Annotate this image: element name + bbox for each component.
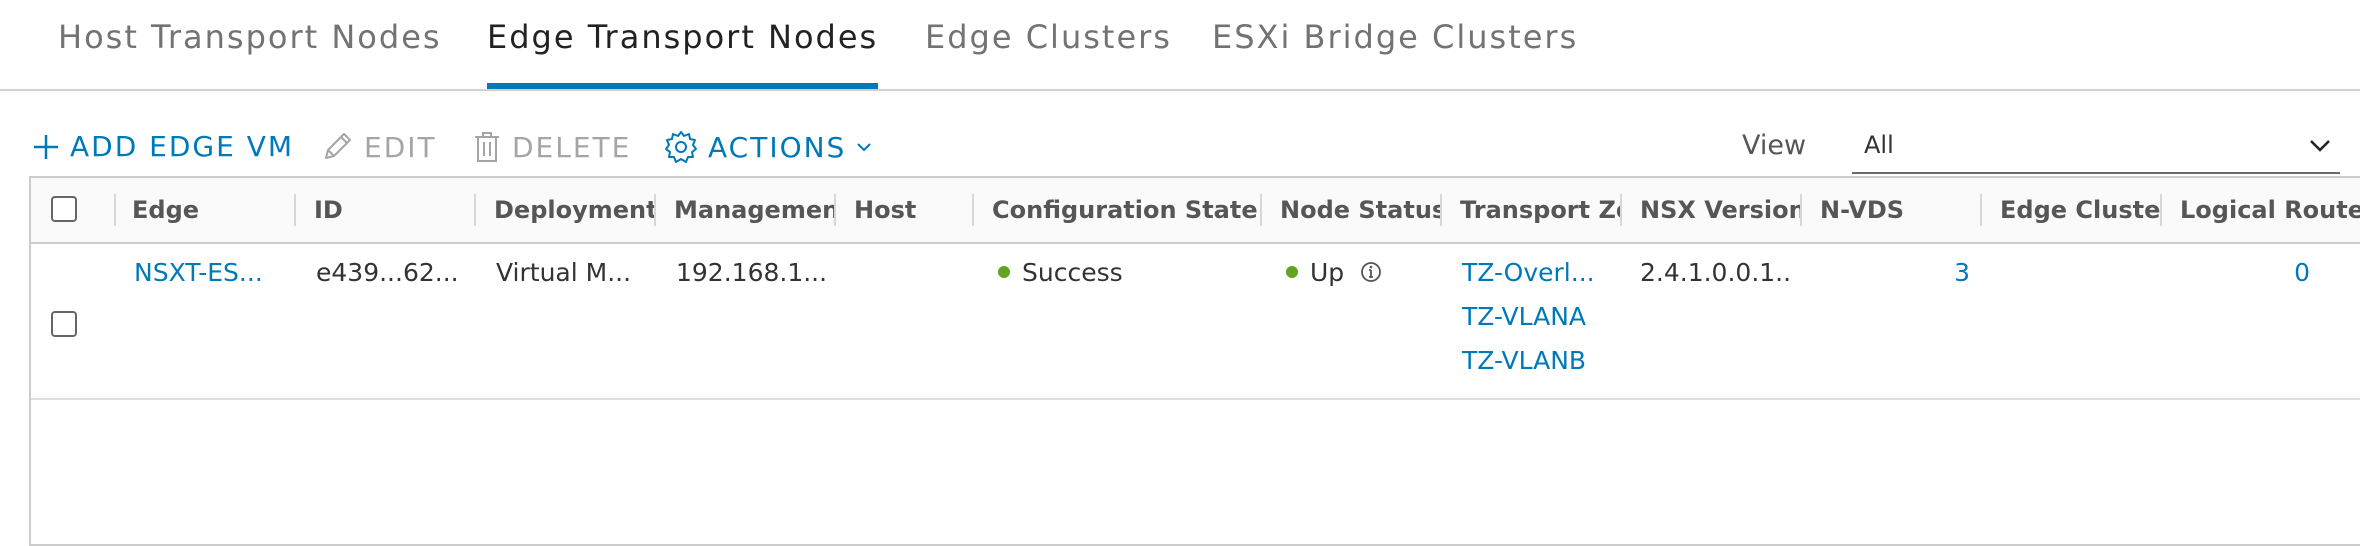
tab-edge-clusters[interactable]: Edge Clusters [925,18,1172,56]
management-ip: 192.168.1... [676,258,826,287]
success-status-dot [998,266,1010,278]
nsx-version: 2.4.1.0.0.1... [1640,258,1790,287]
column-header-edge[interactable]: Edge [132,178,222,242]
row-select-checkbox[interactable] [51,311,77,337]
add-edge-vm-button[interactable]: ADD EDGE VM [32,130,294,163]
column-header-deployment-type[interactable]: Deployment T [494,178,654,242]
table-row[interactable]: NSXT-ES... e439...62... Virtual M... 192… [31,242,2360,400]
gear-icon [665,131,697,163]
tab-esxi-bridge-clusters[interactable]: ESXi Bridge Clusters [1212,18,1578,56]
up-status-dot [1286,266,1298,278]
column-header-edge-label: Edge [132,196,200,224]
view-select-value: All [1864,131,1894,159]
sort-ascending-icon[interactable] [221,202,222,220]
column-header-host[interactable]: Host [854,178,1004,242]
column-header-node-status[interactable]: Node Status [1280,178,1440,242]
info-icon[interactable] [1360,261,1382,283]
edit-label: EDIT [364,130,437,164]
node-status: Up [1286,258,1436,287]
nvds-count-link[interactable]: 3 [1820,258,1970,287]
delete-button[interactable]: DELETE [472,130,631,164]
column-separator [114,194,116,226]
column-header-nsx-version[interactable]: NSX Version [1640,178,1800,242]
column-header-configuration-state[interactable]: Configuration State [992,178,1272,242]
add-edge-vm-label: ADD EDGE VM [70,130,295,163]
transport-zone-link[interactable]: TZ-VLANB [1462,346,1612,375]
tab-bar: Host Transport Nodes Edge Transport Node… [0,0,2360,91]
column-separator [654,194,656,226]
column-separator [1980,194,1982,226]
column-separator [1620,194,1622,226]
grid-header: Edge ID Deployment T Management Host Con… [31,178,2360,244]
column-separator [972,194,974,226]
edit-button[interactable]: EDIT [320,130,437,164]
deployment-type: Virtual M... [496,258,632,287]
active-tab-indicator [487,83,878,89]
column-separator [1260,194,1262,226]
column-separator [834,194,836,226]
logical-routers-count-link[interactable]: 0 [2180,258,2310,287]
plus-icon [34,134,58,159]
delete-label: DELETE [512,130,632,164]
column-header-id[interactable]: ID [314,178,474,242]
column-header-transport-zones[interactable]: Transport Zo [1460,178,1620,242]
transport-zone-link[interactable]: TZ-Overl... [1462,258,1612,287]
edge-transport-nodes-grid: Edge ID Deployment T Management Host Con… [29,176,2360,546]
transport-zone-link[interactable]: TZ-VLANA [1462,302,1612,331]
column-header-nvds[interactable]: N-VDS [1820,178,1980,242]
column-separator [2160,194,2162,226]
actions-button[interactable]: ACTIONS [664,130,872,164]
column-header-edge-cluster[interactable]: Edge Cluster [2000,178,2160,242]
column-header-management-ip[interactable]: Management [674,178,834,242]
actions-label: ACTIONS [708,130,847,164]
configuration-state-value: Success [1022,258,1123,287]
view-label: View [1742,130,1807,161]
chevron-down-icon [857,143,872,152]
configuration-state: Success [998,258,1248,287]
edge-name-link[interactable]: NSXT-ES... [134,258,284,287]
column-separator [1800,194,1802,226]
view-select[interactable]: All [1852,122,2340,174]
column-separator [474,194,476,226]
edge-id: e439...62... [316,258,459,287]
chevron-down-icon [2310,140,2330,152]
trash-icon [475,132,499,162]
column-separator [294,194,296,226]
node-status-value: Up [1310,258,1345,287]
pencil-icon [325,133,351,159]
column-separator [1440,194,1442,226]
tab-host-transport-nodes[interactable]: Host Transport Nodes [58,18,442,56]
tab-edge-transport-nodes[interactable]: Edge Transport Nodes [487,18,878,56]
column-header-logical-routers[interactable]: Logical Route [2180,178,2360,242]
select-all-checkbox[interactable] [51,196,77,222]
